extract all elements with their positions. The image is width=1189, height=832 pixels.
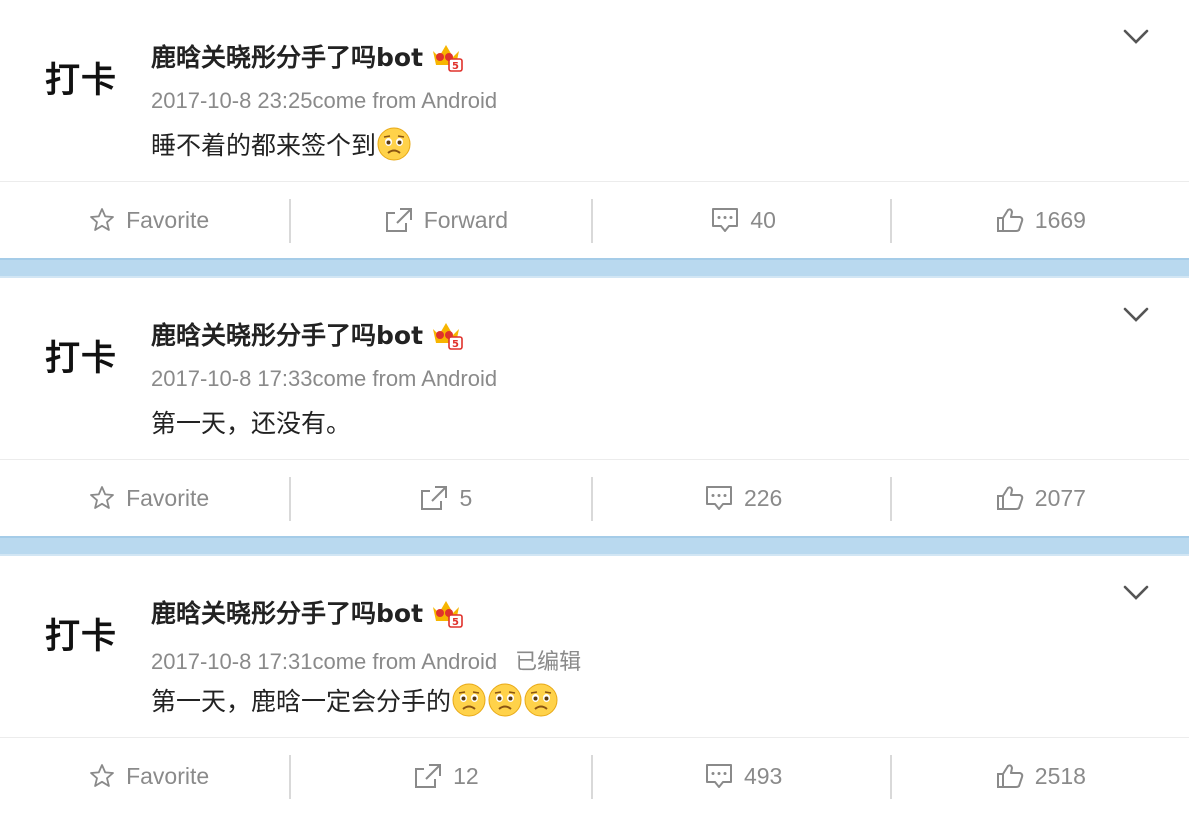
post-timestamp[interactable]: 2017-10-8 17:33 bbox=[151, 366, 312, 391]
post-timestamp[interactable]: 2017-10-8 17:31 bbox=[151, 649, 312, 674]
post-content: 第一天，鹿晗一定会分手的 bbox=[151, 682, 559, 718]
post-actions: Favorite 12 493 2518 bbox=[0, 737, 1189, 814]
post-timestamp[interactable]: 2017-10-8 23:25 bbox=[151, 88, 312, 113]
favorite-button[interactable]: Favorite bbox=[0, 460, 297, 537]
action-divider bbox=[890, 199, 892, 243]
like-count: 1669 bbox=[1034, 206, 1086, 233]
forward-label: Forward bbox=[423, 206, 509, 233]
sad-emoji-icon bbox=[523, 682, 559, 718]
post-text: 睡不着的都来签个到 bbox=[151, 131, 377, 160]
username-text: 鹿晗关晓彤分手了吗bot bbox=[151, 321, 424, 350]
post-meta: 2017-10-8 17:33come from Android bbox=[151, 366, 497, 392]
like-button[interactable]: 2077 bbox=[892, 460, 1189, 537]
forward-icon bbox=[385, 208, 412, 232]
star-icon bbox=[90, 208, 114, 231]
post-actions: Favorite Forward 40 1669 bbox=[0, 181, 1189, 258]
comment-count: 40 bbox=[750, 206, 776, 233]
svg-text:5: 5 bbox=[452, 617, 459, 628]
action-divider bbox=[289, 755, 291, 799]
post-separator bbox=[0, 258, 1189, 278]
edited-label[interactable]: 已编辑 bbox=[515, 650, 581, 675]
like-count: 2077 bbox=[1034, 484, 1086, 511]
vip-crown-icon: 5 bbox=[429, 39, 463, 73]
comment-count: 493 bbox=[743, 762, 783, 789]
post-source: come from Android bbox=[312, 366, 498, 391]
username-link[interactable]: 鹿晗关晓彤分手了吗bot 5 bbox=[151, 38, 463, 74]
username-link[interactable]: 鹿晗关晓彤分手了吗bot 5 bbox=[151, 316, 463, 352]
post-card: 打卡 鹿晗关晓彤分手了吗bot 5 2017-10-8 23:25come fr… bbox=[0, 0, 1189, 258]
forward-count: 12 bbox=[453, 762, 479, 789]
post-meta: 2017-10-8 23:25come from Android bbox=[151, 88, 497, 114]
chevron-down-icon[interactable] bbox=[1121, 26, 1151, 48]
username-link[interactable]: 鹿晗关晓彤分手了吗bot 5 bbox=[151, 594, 463, 630]
post-source: come from Android bbox=[312, 649, 498, 674]
username-text: 鹿晗关晓彤分手了吗bot bbox=[151, 43, 424, 72]
svg-text:5: 5 bbox=[452, 339, 459, 350]
forward-count: 5 bbox=[459, 484, 473, 511]
chevron-down-icon[interactable] bbox=[1121, 582, 1151, 604]
forward-button[interactable]: Forward bbox=[297, 182, 594, 259]
like-count: 2518 bbox=[1034, 762, 1086, 789]
favorite-button[interactable]: Favorite bbox=[0, 182, 297, 259]
forward-button[interactable]: 5 bbox=[297, 460, 594, 537]
username-text: 鹿晗关晓彤分手了吗bot bbox=[151, 599, 424, 628]
comment-button[interactable]: 40 bbox=[595, 182, 892, 259]
forward-icon bbox=[415, 764, 442, 788]
action-divider bbox=[591, 755, 593, 799]
post-separator bbox=[0, 536, 1189, 556]
vip-crown-icon: 5 bbox=[429, 595, 463, 629]
avatar[interactable]: 打卡 bbox=[45, 330, 117, 381]
post-text: 第一天，还没有。 bbox=[151, 409, 352, 438]
post-meta: 2017-10-8 17:31come from Android 已编辑 bbox=[151, 644, 581, 676]
favorite-label: Favorite bbox=[126, 762, 210, 789]
action-divider bbox=[591, 477, 593, 521]
svg-text:5: 5 bbox=[452, 61, 459, 72]
post-body: 打卡 鹿晗关晓彤分手了吗bot 5 2017-10-8 23:25come fr… bbox=[0, 0, 1189, 181]
thumbs-up-icon bbox=[996, 764, 1024, 788]
action-divider bbox=[591, 199, 593, 243]
post-card: 打卡 鹿晗关晓彤分手了吗bot 5 2017-10-8 17:31come fr… bbox=[0, 556, 1189, 814]
vip-crown-icon: 5 bbox=[429, 317, 463, 351]
post-content: 第一天，还没有。 bbox=[151, 404, 351, 440]
post-actions: Favorite 5 226 2077 bbox=[0, 459, 1189, 536]
sad-emoji-icon bbox=[451, 682, 487, 718]
comment-icon bbox=[705, 486, 732, 510]
avatar[interactable]: 打卡 bbox=[45, 608, 117, 659]
comment-icon bbox=[712, 208, 739, 232]
comment-count: 226 bbox=[743, 484, 783, 511]
like-button[interactable]: 1669 bbox=[892, 182, 1189, 259]
action-divider bbox=[890, 477, 892, 521]
thumbs-up-icon bbox=[996, 486, 1024, 510]
forward-button[interactable]: 12 bbox=[297, 738, 594, 815]
like-button[interactable]: 2518 bbox=[892, 738, 1189, 815]
comment-button[interactable]: 493 bbox=[595, 738, 892, 815]
action-divider bbox=[289, 477, 291, 521]
favorite-label: Favorite bbox=[126, 484, 210, 511]
post-card: 打卡 鹿晗关晓彤分手了吗bot 5 2017-10-8 17:33come fr… bbox=[0, 278, 1189, 536]
favorite-button[interactable]: Favorite bbox=[0, 738, 297, 815]
chevron-down-icon[interactable] bbox=[1121, 304, 1151, 326]
post-body: 打卡 鹿晗关晓彤分手了吗bot 5 2017-10-8 17:33come fr… bbox=[0, 278, 1189, 459]
thumbs-up-icon bbox=[996, 208, 1024, 232]
comment-icon bbox=[705, 764, 732, 788]
comment-button[interactable]: 226 bbox=[595, 460, 892, 537]
favorite-label: Favorite bbox=[126, 206, 210, 233]
star-icon bbox=[90, 764, 114, 787]
avatar[interactable]: 打卡 bbox=[45, 52, 117, 103]
star-icon bbox=[90, 486, 114, 509]
weibo-feed: 打卡 鹿晗关晓彤分手了吗bot 5 2017-10-8 23:25come fr… bbox=[0, 0, 1189, 814]
post-source: come from Android bbox=[312, 88, 498, 113]
action-divider bbox=[890, 755, 892, 799]
post-body: 打卡 鹿晗关晓彤分手了吗bot 5 2017-10-8 17:31come fr… bbox=[0, 556, 1189, 737]
forward-icon bbox=[421, 486, 448, 510]
sad-emoji-icon bbox=[376, 126, 412, 162]
action-divider bbox=[289, 199, 291, 243]
sad-emoji-icon bbox=[487, 682, 523, 718]
post-content: 睡不着的都来签个到 bbox=[151, 126, 412, 162]
post-text: 第一天，鹿晗一定会分手的 bbox=[151, 687, 452, 716]
